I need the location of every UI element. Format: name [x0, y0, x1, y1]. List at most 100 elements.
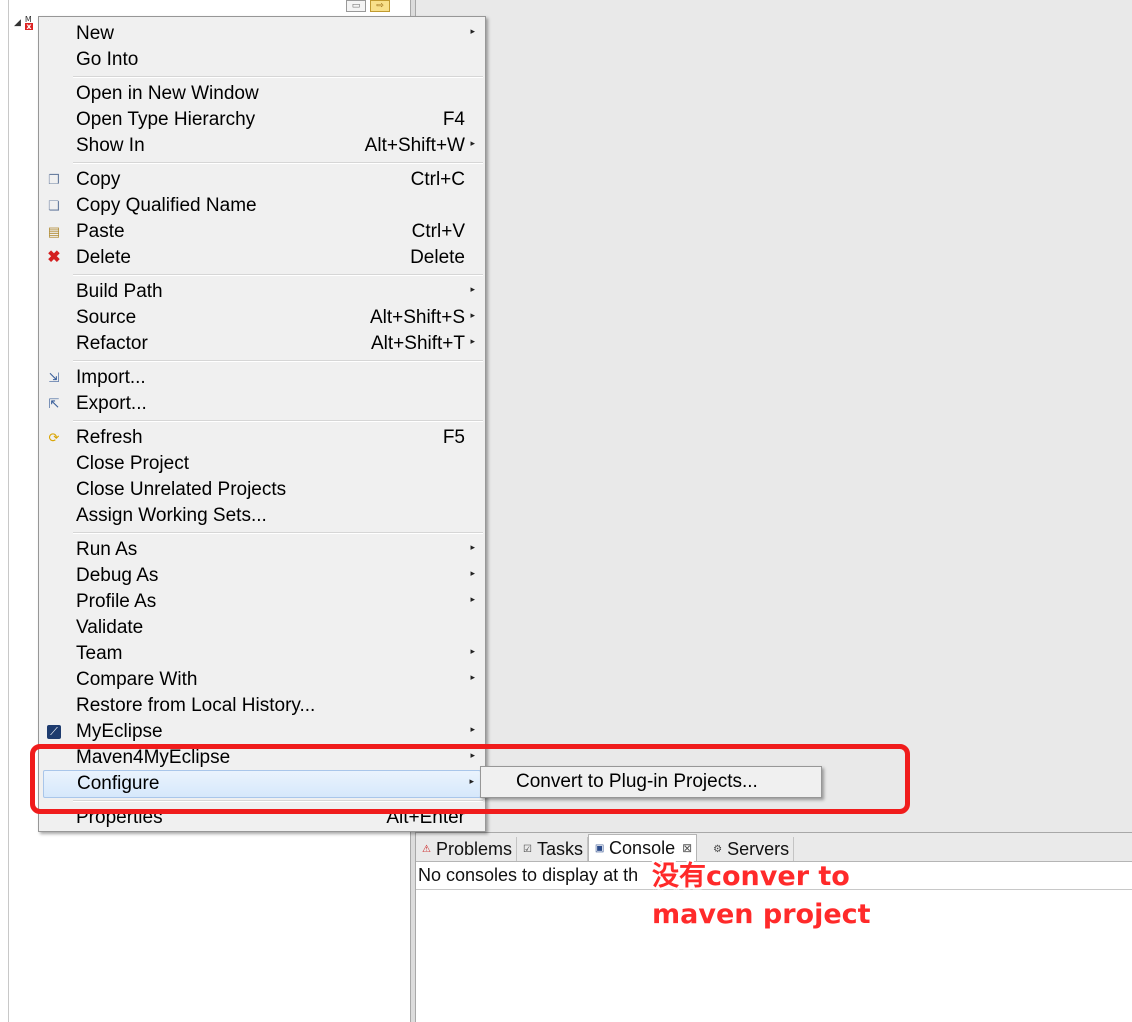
- menu-item-label: Build Path: [76, 281, 163, 302]
- submenu-arrow-icon: ▸: [470, 26, 475, 36]
- tab-tasks[interactable]: ☑ Tasks: [517, 837, 589, 861]
- copy-icon: ❐: [48, 172, 60, 187]
- console-message: No consoles to display at th: [418, 865, 639, 885]
- menu-item-label: Team: [76, 643, 123, 664]
- problems-icon: ⚠: [422, 843, 431, 855]
- menu-item-restore-local-history[interactable]: Restore from Local History...: [39, 693, 485, 719]
- menu-item-team[interactable]: Team ▸: [39, 641, 485, 667]
- menu-item-delete[interactable]: ✖ Delete Delete: [39, 245, 485, 271]
- menu-item-profile-as[interactable]: Profile As ▸: [39, 589, 485, 615]
- menu-item-shortcut: F4: [442, 109, 465, 130]
- menu-item-assign-working-sets[interactable]: Assign Working Sets...: [39, 503, 485, 529]
- menu-item-label: Debug As: [76, 565, 159, 586]
- menu-item-label: Restore from Local History...: [76, 695, 316, 716]
- menu-item-close-project[interactable]: Close Project: [39, 451, 485, 477]
- menu-item-label: Refresh: [76, 427, 143, 448]
- menu-item-copy[interactable]: ❐ Copy Ctrl+C: [39, 167, 485, 193]
- tab-label: Console: [609, 837, 676, 858]
- menu-item-label: Delete: [76, 247, 131, 268]
- menu-item-myeclipse[interactable]: ⟋ MyEclipse ▸: [39, 719, 485, 745]
- editor-area: [416, 0, 1132, 830]
- refresh-icon: ⟳: [48, 430, 60, 445]
- menu-item-validate[interactable]: Validate: [39, 615, 485, 641]
- menu-item-refresh[interactable]: ⟳ Refresh F5: [39, 425, 485, 451]
- submenu-arrow-icon: ▸: [470, 724, 475, 734]
- menu-item-label: Assign Working Sets...: [76, 505, 267, 526]
- menu-separator: [73, 532, 483, 534]
- highlight-box: [30, 744, 910, 814]
- menu-item-label: Close Unrelated Projects: [76, 479, 287, 500]
- menu-item-label: Import...: [76, 367, 146, 388]
- submenu-arrow-icon: ▸: [470, 542, 475, 552]
- menu-item-label: Source: [76, 307, 137, 328]
- minimize-icon[interactable]: ▭: [346, 0, 366, 12]
- menu-item-shortcut: F5: [442, 427, 465, 448]
- menu-item-label: MyEclipse: [76, 721, 163, 742]
- menu-item-label: Run As: [76, 539, 138, 560]
- menu-item-label: Go Into: [76, 49, 139, 70]
- menu-item-go-into[interactable]: Go Into: [39, 47, 485, 73]
- paste-icon: ▤: [47, 224, 61, 239]
- menu-item-source[interactable]: Source Alt+Shift+S ▸: [39, 305, 485, 331]
- expand-arrow-icon[interactable]: ◢: [14, 18, 21, 28]
- tab-label: Problems: [436, 838, 513, 859]
- menu-item-shortcut: Alt+Shift+S: [369, 307, 465, 328]
- menu-item-new[interactable]: New ▸: [39, 21, 485, 47]
- menu-item-shortcut: Alt+Shift+W: [364, 135, 465, 156]
- copy-qualified-icon: ❏: [48, 198, 60, 213]
- menu-item-paste[interactable]: ▤ Paste Ctrl+V: [39, 219, 485, 245]
- tab-label: Servers: [727, 838, 790, 859]
- myeclipse-icon: ⟋: [47, 725, 61, 739]
- menu-item-label: Profile As: [76, 591, 157, 612]
- explorer-toolbar: ▭ ⇨: [346, 0, 390, 12]
- menu-item-label: Show In: [76, 135, 145, 156]
- tab-console[interactable]: ▣ Console ⊠: [588, 834, 698, 861]
- menu-item-label: Copy: [76, 169, 121, 190]
- menu-item-export[interactable]: ⇱ Export...: [39, 391, 485, 417]
- menu-item-shortcut: Delete: [410, 247, 465, 268]
- link-with-editor-icon[interactable]: ⇨: [370, 0, 390, 12]
- menu-item-close-unrelated-projects[interactable]: Close Unrelated Projects: [39, 477, 485, 503]
- import-icon: ⇲: [48, 370, 60, 385]
- submenu-arrow-icon: ▸: [470, 310, 475, 320]
- menu-item-build-path[interactable]: Build Path ▸: [39, 279, 485, 305]
- console-icon: ▣: [594, 842, 605, 854]
- tab-problems[interactable]: ⚠ Problems: [416, 837, 518, 861]
- maven-project-icon: Mx: [24, 15, 33, 31]
- menu-item-copy-qualified-name[interactable]: ❏ Copy Qualified Name: [39, 193, 485, 219]
- submenu-arrow-icon: ▸: [470, 336, 475, 346]
- servers-icon: ⚙: [713, 843, 723, 855]
- menu-item-shortcut: Alt+Shift+T: [371, 333, 465, 354]
- menu-separator: [73, 274, 483, 276]
- submenu-arrow-icon: ▸: [470, 672, 475, 682]
- menu-item-debug-as[interactable]: Debug As ▸: [39, 563, 485, 589]
- menu-separator: [73, 76, 483, 78]
- menu-separator: [73, 162, 483, 164]
- tab-label: Tasks: [537, 838, 584, 859]
- close-icon[interactable]: ⊠: [682, 841, 692, 855]
- menu-item-refactor[interactable]: Refactor Alt+Shift+T ▸: [39, 331, 485, 357]
- menu-item-show-in[interactable]: Show In Alt+Shift+W ▸: [39, 133, 485, 159]
- annotation-text: 没有conver to maven project: [652, 858, 871, 934]
- menu-item-compare-with[interactable]: Compare With ▸: [39, 667, 485, 693]
- context-menu: New ▸ Go Into Open in New Window Open Ty…: [38, 16, 486, 832]
- annotation-line-1: 没有conver to: [652, 861, 850, 892]
- menu-item-label: Refactor: [76, 333, 148, 354]
- menu-item-label: Validate: [76, 617, 144, 638]
- menu-item-label: Open Type Hierarchy: [76, 109, 256, 130]
- menu-separator: [73, 420, 483, 422]
- menu-item-run-as[interactable]: Run As ▸: [39, 537, 485, 563]
- annotation-line-2: maven project: [652, 899, 871, 930]
- export-icon: ⇱: [48, 396, 60, 411]
- menu-item-import[interactable]: ⇲ Import...: [39, 365, 485, 391]
- delete-icon: ✖: [47, 249, 61, 266]
- menu-item-label: Export...: [76, 393, 147, 414]
- menu-item-open-in-new-window[interactable]: Open in New Window: [39, 81, 485, 107]
- tasks-icon: ☑: [523, 843, 533, 855]
- menu-separator: [73, 360, 483, 362]
- menu-item-label: Paste: [76, 221, 125, 242]
- menu-item-shortcut: Ctrl+V: [411, 221, 465, 242]
- menu-item-open-type-hierarchy[interactable]: Open Type Hierarchy F4: [39, 107, 485, 133]
- submenu-arrow-icon: ▸: [470, 594, 475, 604]
- menu-item-shortcut: Ctrl+C: [410, 169, 465, 190]
